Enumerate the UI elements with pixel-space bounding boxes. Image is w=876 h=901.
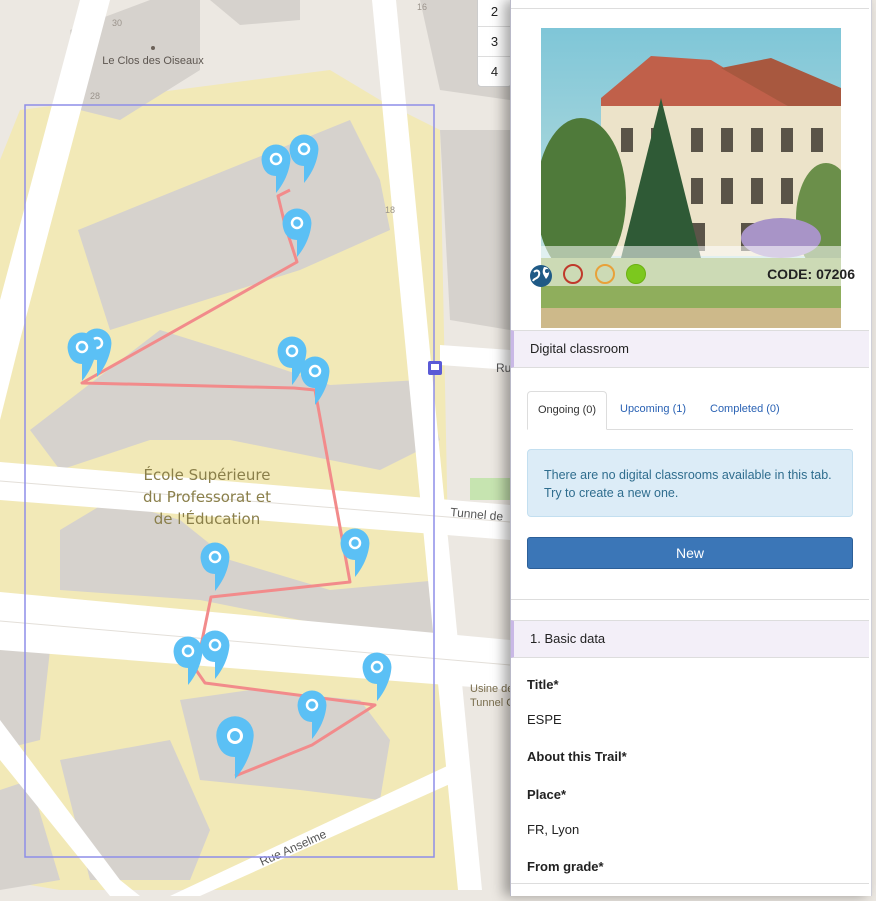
tab-upcoming[interactable]: Upcoming (1) [610, 391, 696, 428]
map-label-num: 28 [90, 91, 100, 101]
map-label-school-1: École Supérieure [144, 465, 271, 484]
map-label-num: 30 [112, 18, 122, 28]
trail-marker-icon[interactable] [340, 528, 370, 577]
status-row: CODE: 07206 [529, 262, 859, 292]
map-label-tunnel: Tunnel de [450, 505, 504, 524]
trail-marker-icon[interactable] [67, 332, 97, 381]
map-label-num: 16 [417, 2, 427, 12]
trail-marker-icon[interactable] [282, 208, 312, 257]
map-label-street-anselme: Rue Anselme [258, 827, 329, 869]
level-4-button[interactable]: 4 [478, 57, 511, 86]
map-label-school-2: du Professorat et [143, 488, 271, 506]
basic-data-header[interactable]: 1. Basic data [511, 620, 869, 658]
map-label-usine-1: Usine de [470, 683, 513, 695]
trail-marker-icon[interactable] [173, 636, 203, 685]
level-3-button[interactable]: 3 [478, 27, 511, 57]
about-label: About this Trail* [527, 749, 627, 764]
trail-marker-icon[interactable] [261, 144, 291, 193]
trail-code: CODE: 07206 [767, 266, 855, 282]
place-label: Place* [527, 787, 567, 802]
title-label: Title* [527, 677, 559, 692]
trail-marker-icon[interactable] [200, 630, 230, 679]
side-panel: CODE: 07206 Digital classroom Ongoing (0… [510, 0, 872, 896]
globe-pin-icon[interactable] [529, 262, 555, 288]
map-label-school-3: de l'Éducation [154, 509, 261, 528]
trail-marker-icon[interactable] [297, 690, 327, 739]
map-label-place: Le Clos des Oiseaux [102, 55, 204, 67]
title-value[interactable]: ESPE [527, 712, 562, 727]
map-label-usine-2: Tunnel C [470, 697, 514, 709]
level-selector: 2 3 4 [477, 0, 512, 87]
green-circle-icon[interactable] [626, 264, 646, 284]
trail-marker-icon[interactable] [289, 134, 319, 183]
trail-marker-icon[interactable] [362, 652, 392, 701]
digital-classroom-header[interactable]: Digital classroom [511, 330, 869, 368]
orange-circle-icon[interactable] [595, 264, 615, 284]
classroom-tabs: Ongoing (0) Upcoming (1) Completed (0) [527, 391, 853, 430]
trail-marker-icon[interactable] [300, 356, 330, 405]
place-value[interactable]: FR, Lyon [527, 822, 579, 837]
trail-marker-icon[interactable] [200, 542, 230, 591]
tab-completed[interactable]: Completed (0) [700, 391, 790, 428]
poi-dot-icon [151, 46, 155, 50]
level-2-button[interactable]: 2 [478, 0, 511, 27]
map-label-num: 18 [385, 205, 395, 215]
tab-ongoing[interactable]: Ongoing (0) [527, 391, 608, 430]
section-divider [511, 599, 869, 600]
red-circle-icon[interactable] [563, 264, 583, 284]
grade-label: From grade* [527, 859, 604, 874]
new-classroom-button[interactable]: New [527, 537, 853, 569]
panel-top-edge [511, 0, 869, 9]
no-classrooms-alert: There are no digital classrooms availabl… [527, 449, 853, 517]
panel-bottom-divider [511, 883, 869, 884]
